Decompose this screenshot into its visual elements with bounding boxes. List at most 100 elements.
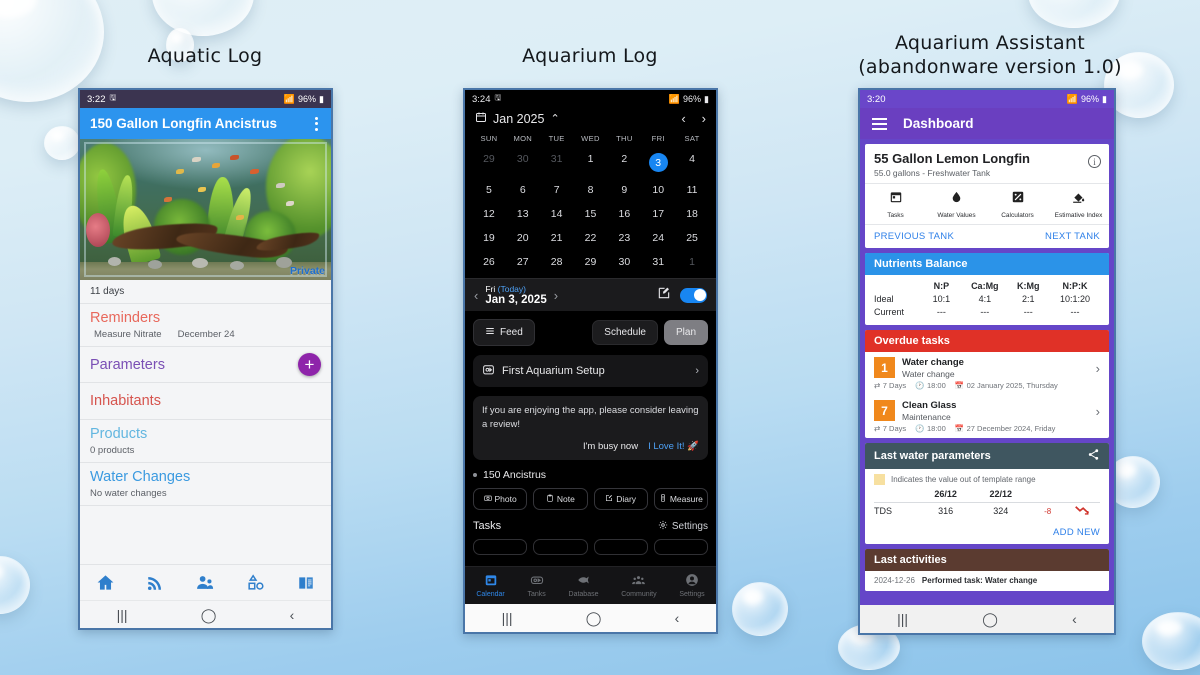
chevron-up-icon[interactable]: ⌃ [550,112,559,125]
chevron-right-icon[interactable]: › [1096,404,1100,419]
task-type: Maintenance [902,412,951,422]
calendar-day[interactable]: 18 [675,202,709,226]
calendar-day[interactable]: 11 [675,178,709,202]
quick-estimative-index[interactable]: Estimative Index [1048,184,1109,224]
section-parameters[interactable]: Parameters + [80,347,331,383]
calendar-day[interactable]: 3 [641,147,675,178]
edit-icon[interactable] [657,286,671,305]
calendar-day[interactable]: 13 [506,202,540,226]
review-busy-button[interactable]: I'm busy now [583,441,638,452]
recents-button[interactable]: ||| [502,611,513,625]
feed-button[interactable]: Feed [473,319,535,346]
next-day-button[interactable]: › [554,288,558,303]
calendar-day[interactable]: 14 [540,202,574,226]
calendar-day[interactable]: 25 [675,226,709,250]
chevron-left-icon[interactable]: ‹ [681,111,685,126]
kebab-menu-icon[interactable] [312,114,321,134]
add-new-button[interactable]: ADD NEW [865,523,1109,544]
previous-tank-button[interactable]: PREVIOUS TANK [874,231,954,242]
community-icon[interactable] [195,573,215,592]
back-button[interactable]: ‹ [1072,612,1077,626]
task-row[interactable]: 1 Water change Water change › [865,352,1109,380]
calendar-day-label: 14 [550,208,563,220]
photo-chip[interactable]: Photo [473,487,528,510]
calendar-day[interactable]: 20 [506,226,540,250]
calendar-day[interactable]: 21 [540,226,574,250]
tank-photo[interactable]: Private [80,139,331,280]
calendar-day[interactable]: 26 [472,250,506,274]
section-inhabitants[interactable]: Inhabitants [80,383,331,420]
section-reminders[interactable]: Reminders Measure Nitrate December 24 [80,304,331,347]
share-icon[interactable] [1087,448,1100,464]
tab-database[interactable]: Database [569,573,598,598]
next-tank-button[interactable]: NEXT TANK [1045,231,1100,242]
calendar-day[interactable]: 29 [574,250,608,274]
calendar-day[interactable]: 31 [540,147,574,178]
home-button[interactable]: ◯ [586,611,602,625]
chevron-right-icon[interactable]: › [1096,361,1100,376]
calendar-day[interactable]: 30 [506,147,540,178]
calendar-day[interactable]: 17 [641,202,675,226]
book-icon[interactable] [296,574,316,592]
calendar-day[interactable]: 15 [574,202,608,226]
calendar-day[interactable]: 1 [574,147,608,178]
review-love-button[interactable]: I Love It! 🚀 [648,441,699,452]
feed-icon[interactable] [146,574,164,592]
schedule-button[interactable]: Schedule [592,320,658,345]
shapes-icon[interactable] [246,573,265,592]
tab-tanks[interactable]: Tanks [528,573,546,598]
day-toggle[interactable] [680,287,707,303]
tank-sub: 55.0 gallons - Freshwater Tank [874,168,991,178]
calendar-day[interactable]: 6 [506,178,540,202]
calendar-day[interactable]: 8 [574,178,608,202]
calendar-day[interactable]: 7 [540,178,574,202]
chevron-right-icon[interactable]: › [702,111,706,126]
calendar-day[interactable]: 29 [472,147,506,178]
diary-chip[interactable]: Diary [593,487,648,510]
back-button[interactable]: ‹ [290,608,295,622]
back-button[interactable]: ‹ [675,611,680,625]
note-chip[interactable]: Note [533,487,588,510]
task-settings-button[interactable]: Settings [658,520,708,533]
home-button[interactable]: ◯ [201,608,217,622]
tab-settings[interactable]: Settings [679,573,705,598]
recents-button[interactable]: ||| [897,612,908,626]
tank-row[interactable]: 150 Ancistrus [473,469,708,481]
calendar-day[interactable]: 31 [641,250,675,274]
hamburger-icon[interactable] [872,117,887,130]
plan-button[interactable]: Plan [663,320,708,345]
calendar-day[interactable]: 28 [540,250,574,274]
calendar-day[interactable]: 23 [607,226,641,250]
calendar-day[interactable]: 22 [574,226,608,250]
measure-chip[interactable]: Measure [653,487,708,510]
calendar-day[interactable]: 16 [607,202,641,226]
calendar-day[interactable]: 5 [472,178,506,202]
quick-water-values[interactable]: Water Values [926,184,987,224]
quick-calculators[interactable]: Calculators [987,184,1048,224]
chevron-right-icon[interactable]: › [695,365,699,377]
section-water-changes[interactable]: Water Changes No water changes [80,463,331,506]
tab-calendar[interactable]: Calendar [476,573,505,598]
calendar-day[interactable]: 19 [472,226,506,250]
calendar-day[interactable]: 4 [675,147,709,178]
calendar-day[interactable]: 24 [641,226,675,250]
section-products[interactable]: Products 0 products [80,420,331,463]
calendar-day[interactable]: 1 [675,250,709,274]
info-icon[interactable]: i [1088,155,1101,168]
tab-community[interactable]: Community [621,573,657,598]
add-parameter-button[interactable]: + [298,353,321,376]
calendar-day[interactable]: 27 [506,250,540,274]
calendar-day[interactable]: 12 [472,202,506,226]
calendar-day[interactable]: 10 [641,178,675,202]
home-icon[interactable] [96,573,115,592]
task-row[interactable]: 7 Clean Glass Maintenance › [865,395,1109,423]
setup-card[interactable]: First Aquarium Setup › [473,355,708,387]
prev-day-button[interactable]: ‹ [474,288,478,303]
home-button[interactable]: ◯ [982,612,998,626]
quick-tasks[interactable]: Tasks [865,184,926,224]
calendar-day[interactable]: 30 [607,250,641,274]
recents-button[interactable]: ||| [117,608,128,622]
battery-icon: ▮ [1102,93,1107,104]
calendar-day[interactable]: 2 [607,147,641,178]
calendar-day[interactable]: 9 [607,178,641,202]
